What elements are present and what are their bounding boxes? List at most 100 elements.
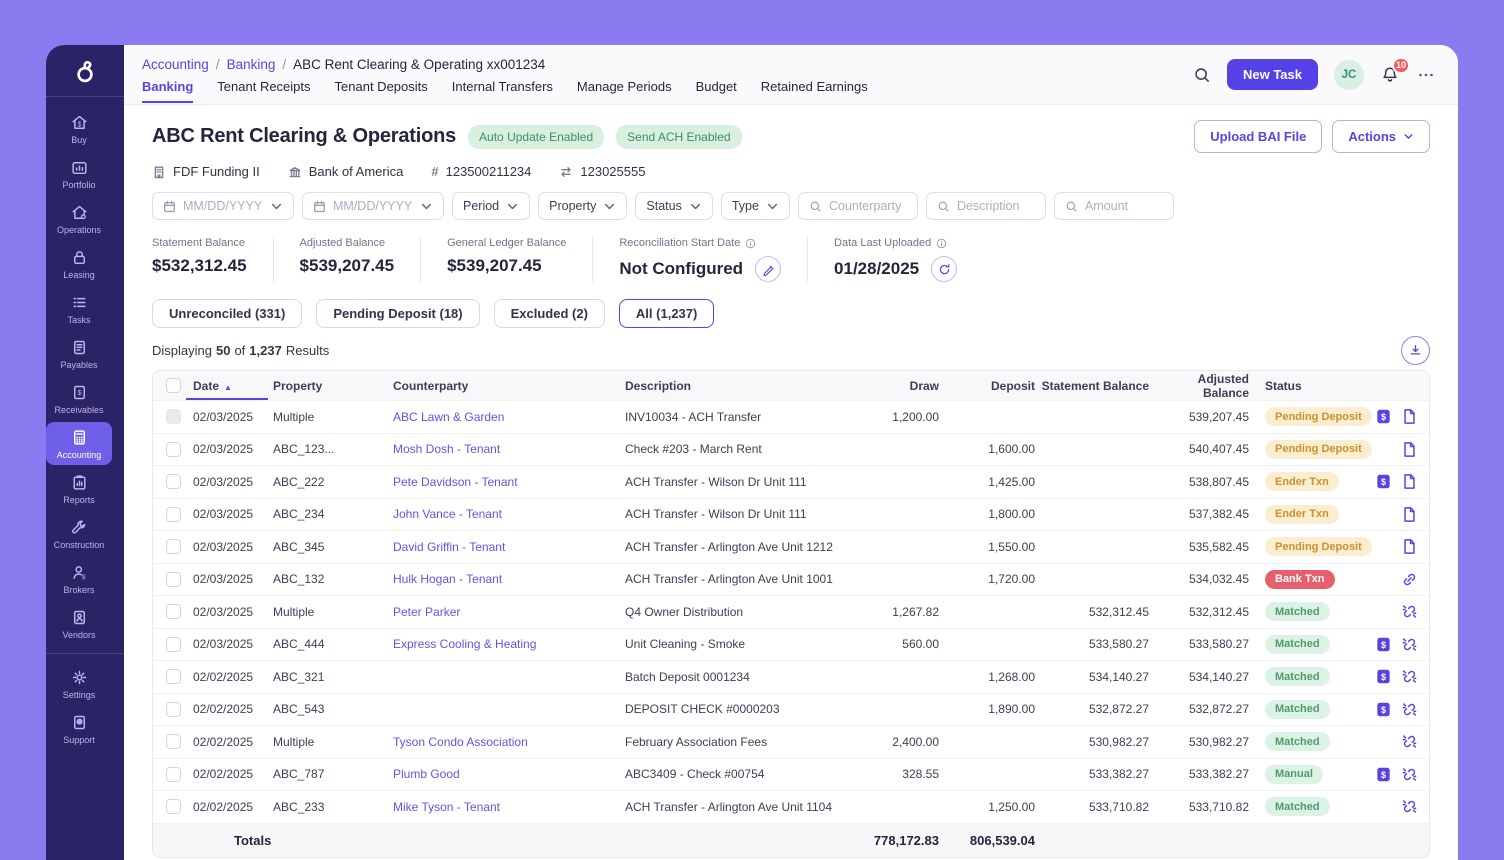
- row-checkbox[interactable]: [166, 734, 181, 749]
- cell-property: ABC_444: [273, 637, 393, 651]
- sidebar-item-operations[interactable]: Operations: [46, 197, 112, 240]
- cell-counterparty[interactable]: Hulk Hogan - Tenant: [393, 572, 625, 586]
- receipt-icon[interactable]: $: [1375, 473, 1392, 490]
- filter-dropdown-period[interactable]: Period: [452, 192, 530, 220]
- unlink-icon[interactable]: [1401, 668, 1418, 685]
- tab-tenant-receipts[interactable]: Tenant Receipts: [217, 79, 310, 103]
- breadcrumb-accounting[interactable]: Accounting: [142, 57, 209, 72]
- col-header-date[interactable]: Date▲: [193, 379, 273, 393]
- tab-retained-earnings[interactable]: Retained Earnings: [761, 79, 868, 103]
- tab-banking[interactable]: Banking: [142, 79, 193, 103]
- receipt-icon[interactable]: $: [1375, 408, 1392, 425]
- cell-counterparty[interactable]: Plumb Good: [393, 767, 625, 781]
- upload-bai-button[interactable]: Upload BAI File: [1194, 120, 1322, 153]
- logo[interactable]: [46, 45, 124, 97]
- cell-counterparty[interactable]: David Griffin - Tenant: [393, 540, 625, 554]
- cell-counterparty[interactable]: ABC Lawn & Garden: [393, 410, 625, 424]
- unlink-icon[interactable]: [1401, 603, 1418, 620]
- filter-dropdown-type[interactable]: Type: [721, 192, 790, 220]
- unlink-icon[interactable]: [1401, 798, 1418, 815]
- sidebar-item-accounting[interactable]: Accounting: [46, 422, 112, 465]
- more-menu-icon[interactable]: [1416, 65, 1436, 85]
- sidebar-item-brokers[interactable]: $Brokers: [46, 557, 112, 600]
- document-icon[interactable]: [1401, 408, 1418, 425]
- col-header-adjusted-balance[interactable]: Adjusted Balance: [1149, 372, 1249, 400]
- tab-manage-periods[interactable]: Manage Periods: [577, 79, 672, 103]
- document-icon[interactable]: [1401, 441, 1418, 458]
- document-icon[interactable]: [1401, 473, 1418, 490]
- refresh-button[interactable]: [931, 256, 957, 282]
- link-icon[interactable]: [1401, 571, 1418, 588]
- receipt-icon[interactable]: $: [1375, 636, 1392, 653]
- col-header-statement-balance[interactable]: Statement Balance: [1035, 379, 1149, 393]
- col-header-draw[interactable]: Draw: [851, 379, 939, 393]
- filter-search-description[interactable]: Description: [926, 192, 1046, 220]
- document-icon[interactable]: [1401, 506, 1418, 523]
- breadcrumb-banking[interactable]: Banking: [227, 57, 276, 72]
- view-pill-all-1-237[interactable]: All (1,237): [619, 299, 714, 328]
- row-checkbox[interactable]: [166, 474, 181, 489]
- search-icon[interactable]: [1193, 66, 1211, 84]
- cell-counterparty[interactable]: Pete Davidson - Tenant: [393, 475, 625, 489]
- unlink-icon[interactable]: [1401, 733, 1418, 750]
- date-filter-from[interactable]: MM/DD/YYYY: [152, 192, 294, 220]
- date-filter-to[interactable]: MM/DD/YYYY: [302, 192, 444, 220]
- edit-button[interactable]: [755, 256, 781, 282]
- col-header-deposit[interactable]: Deposit: [939, 379, 1035, 393]
- sidebar-item-construction[interactable]: Construction: [46, 512, 112, 555]
- unlink-icon[interactable]: [1401, 636, 1418, 653]
- col-header-property[interactable]: Property: [273, 379, 393, 393]
- cell-counterparty[interactable]: Mike Tyson - Tenant: [393, 800, 625, 814]
- sidebar-item-leasing[interactable]: Leasing: [46, 242, 112, 285]
- tab-internal-transfers[interactable]: Internal Transfers: [452, 79, 553, 103]
- view-pill-excluded-2[interactable]: Excluded (2): [494, 299, 605, 328]
- select-all-checkbox[interactable]: [166, 378, 181, 393]
- row-checkbox[interactable]: [166, 669, 181, 684]
- row-checkbox[interactable]: [166, 637, 181, 652]
- unlink-icon[interactable]: [1401, 701, 1418, 718]
- filter-dropdown-status[interactable]: Status: [635, 192, 712, 220]
- row-checkbox[interactable]: [166, 702, 181, 717]
- sidebar-item-settings[interactable]: Settings: [46, 662, 112, 705]
- new-task-button[interactable]: New Task: [1227, 59, 1318, 90]
- row-checkbox[interactable]: [166, 767, 181, 782]
- unlink-icon[interactable]: [1401, 766, 1418, 783]
- col-header-counterparty[interactable]: Counterparty: [393, 379, 625, 393]
- sidebar-item-receivables[interactable]: $Receivables: [46, 377, 112, 420]
- col-header-status[interactable]: Status: [1249, 379, 1367, 393]
- receipt-icon[interactable]: $: [1375, 701, 1392, 718]
- filter-search-counterparty[interactable]: Counterparty: [798, 192, 918, 220]
- sidebar-item-buy[interactable]: $Buy: [46, 107, 112, 150]
- sidebar-item-support[interactable]: Support: [46, 707, 112, 750]
- view-pill-pending-deposit-18[interactable]: Pending Deposit (18): [316, 299, 479, 328]
- row-checkbox[interactable]: [166, 799, 181, 814]
- col-header-description[interactable]: Description: [625, 379, 851, 393]
- sidebar-item-reports[interactable]: Reports: [46, 467, 112, 510]
- filter-search-amount[interactable]: Amount: [1054, 192, 1174, 220]
- notifications-button[interactable]: 10: [1380, 65, 1400, 85]
- view-pill-unreconciled-331[interactable]: Unreconciled (331): [152, 299, 302, 328]
- sidebar-item-tasks[interactable]: Tasks: [46, 287, 112, 330]
- row-checkbox[interactable]: [166, 507, 181, 522]
- download-button[interactable]: [1401, 336, 1430, 365]
- receipt-icon[interactable]: $: [1375, 766, 1392, 783]
- row-checkbox[interactable]: [166, 442, 181, 457]
- cell-counterparty[interactable]: Mosh Dosh - Tenant: [393, 442, 625, 456]
- row-checkbox[interactable]: [166, 539, 181, 554]
- document-icon[interactable]: [1401, 538, 1418, 555]
- cell-counterparty[interactable]: John Vance - Tenant: [393, 507, 625, 521]
- tab-tenant-deposits[interactable]: Tenant Deposits: [335, 79, 428, 103]
- actions-button[interactable]: Actions: [1332, 120, 1430, 153]
- sidebar-item-portfolio[interactable]: Portfolio: [46, 152, 112, 195]
- tab-budget[interactable]: Budget: [696, 79, 737, 103]
- avatar[interactable]: JC: [1334, 60, 1364, 90]
- row-checkbox[interactable]: [166, 572, 181, 587]
- sidebar-item-payables[interactable]: Payables: [46, 332, 112, 375]
- sidebar-item-vendors[interactable]: Vendors: [46, 602, 112, 645]
- cell-counterparty[interactable]: Tyson Condo Association: [393, 735, 625, 749]
- cell-counterparty[interactable]: Peter Parker: [393, 605, 625, 619]
- filter-dropdown-property[interactable]: Property: [538, 192, 627, 220]
- receipt-icon[interactable]: $: [1375, 668, 1392, 685]
- row-checkbox[interactable]: [166, 604, 181, 619]
- cell-counterparty[interactable]: Express Cooling & Heating: [393, 637, 625, 651]
